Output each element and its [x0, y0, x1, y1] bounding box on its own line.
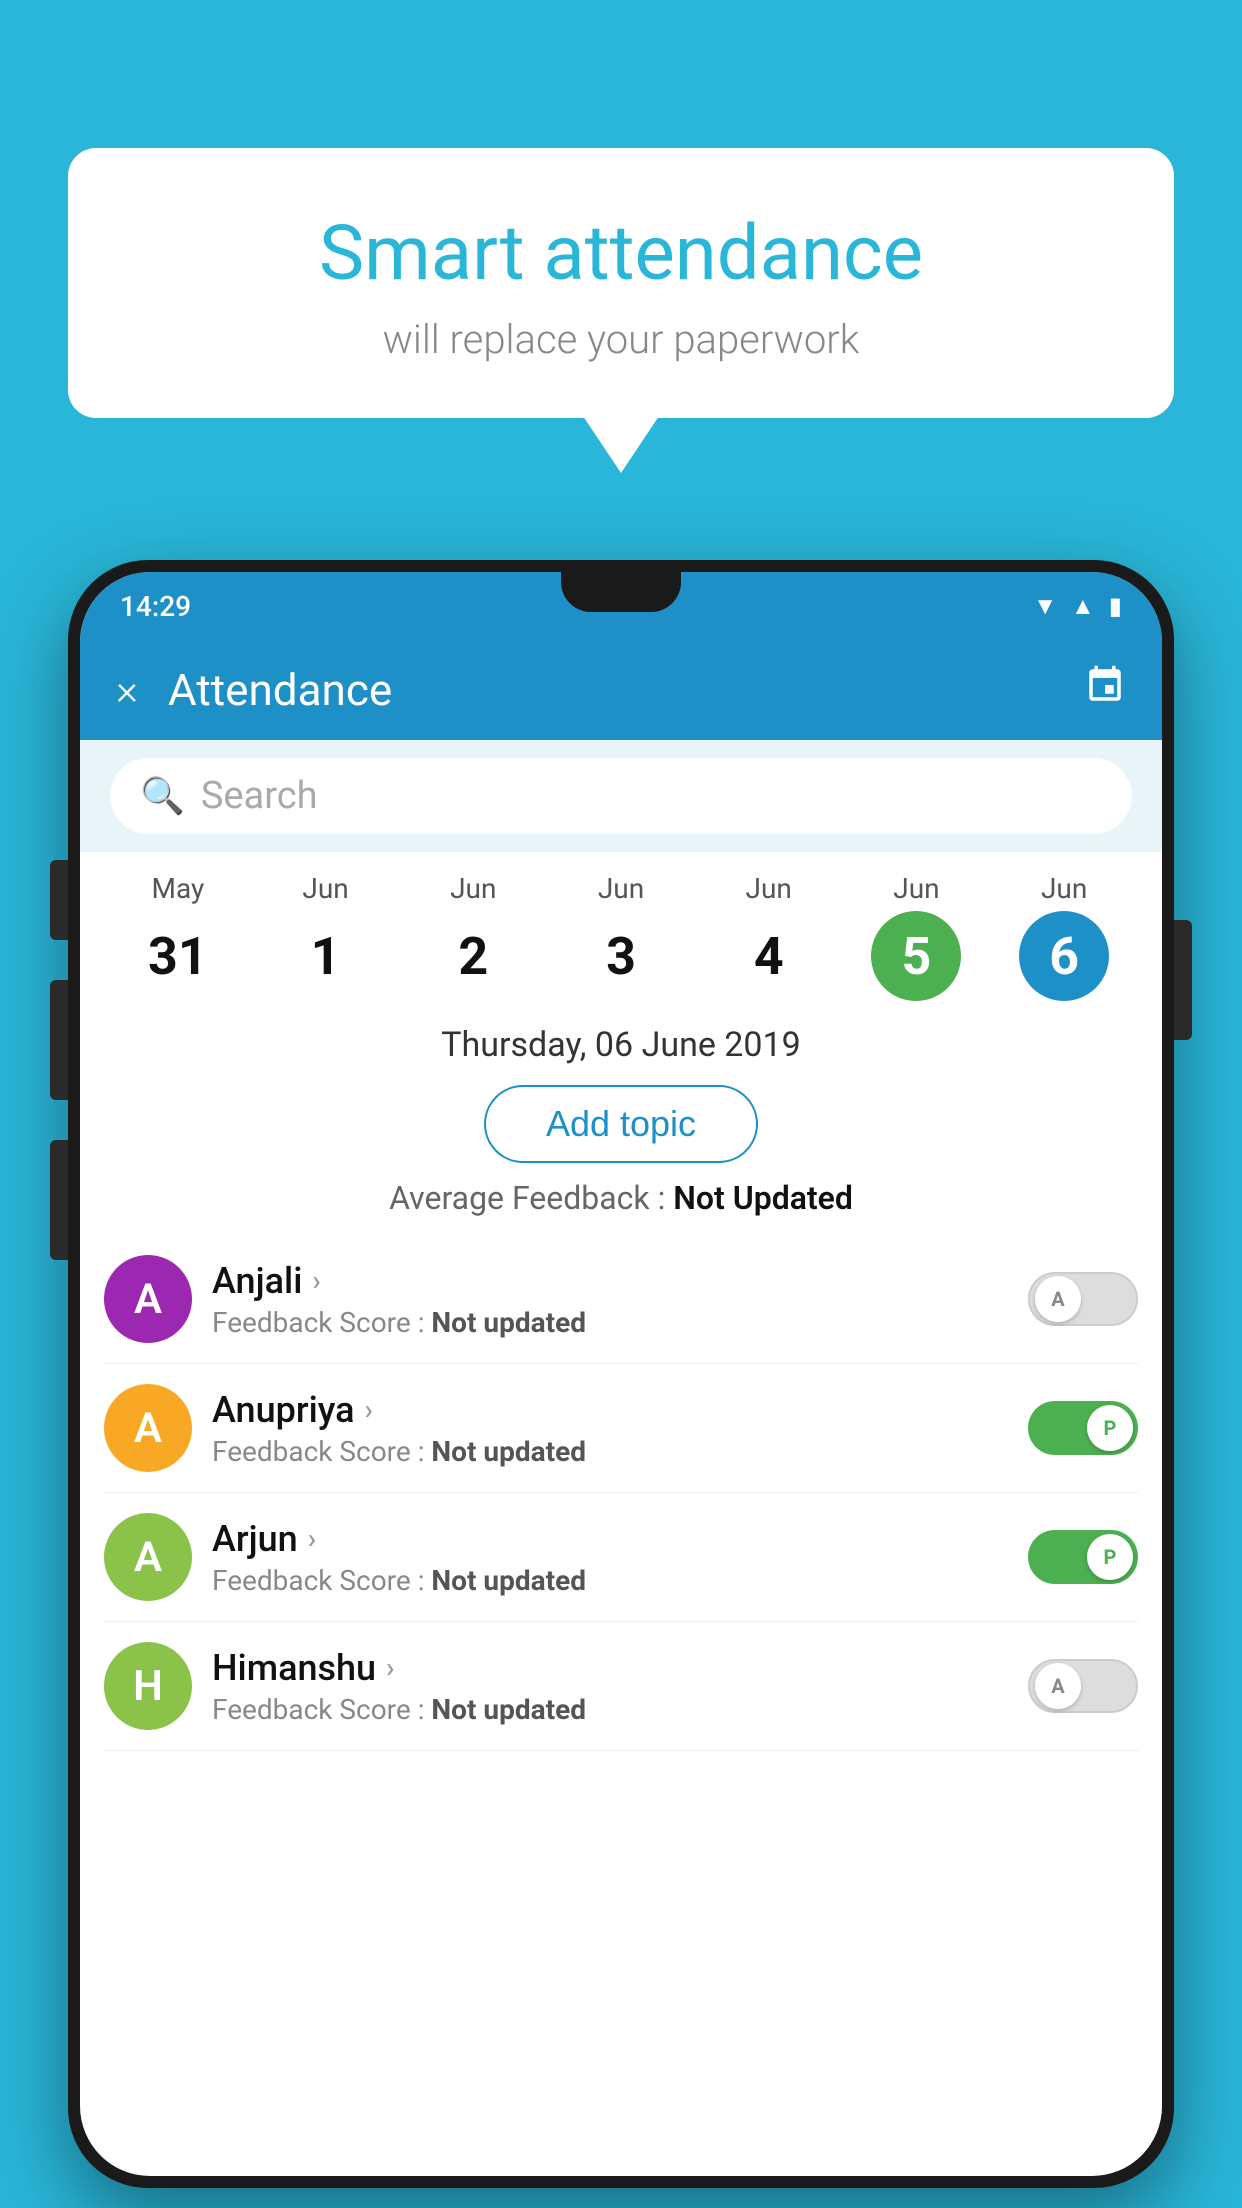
date-strip: May 31 Jun 1 Jun 2 Jun 3 Jun 4 Jun 5 Jun 6 [80, 852, 1162, 1011]
speech-bubble-subtitle: will replace your paperwork [118, 316, 1124, 363]
signal-icon: ▲ [1071, 592, 1095, 621]
student-info: Anupriya › Feedback Score : Not updated [212, 1389, 1008, 1468]
attendance-toggle[interactable]: P [1028, 1530, 1138, 1584]
date-number[interactable]: 3 [576, 911, 666, 1001]
add-topic-wrapper: Add topic [80, 1075, 1162, 1179]
date-number[interactable]: 5 [871, 911, 961, 1001]
chevron-right-icon: › [308, 1522, 316, 1555]
app-bar: × Attendance [80, 640, 1162, 740]
toggle-knob: P [1087, 1405, 1133, 1451]
chevron-right-icon: › [386, 1651, 394, 1684]
camera-notch [561, 572, 681, 612]
date-month: Jun [1041, 872, 1087, 905]
silent-button [50, 1140, 68, 1260]
speech-bubble-title: Smart attendance [118, 208, 1124, 298]
chevron-right-icon: › [365, 1393, 373, 1426]
date-month: May [152, 872, 205, 905]
date-month: Jun [746, 872, 792, 905]
toggle-knob: A [1035, 1663, 1081, 1709]
date-month: Jun [598, 872, 644, 905]
date-cell-6[interactable]: Jun 6 [990, 872, 1138, 1001]
student-row[interactable]: A Anjali › Feedback Score : Not updated A [104, 1235, 1138, 1364]
attendance-toggle[interactable]: P [1028, 1401, 1138, 1455]
date-cell-1[interactable]: Jun 1 [252, 872, 400, 1001]
feedback-value: Not updated [431, 1564, 586, 1597]
feedback-value: Not updated [431, 1306, 586, 1339]
feedback-value: Not updated [431, 1693, 586, 1726]
student-name: Anjali › [212, 1260, 1008, 1302]
student-row[interactable]: A Arjun › Feedback Score : Not updated P [104, 1493, 1138, 1622]
student-info: Arjun › Feedback Score : Not updated [212, 1518, 1008, 1597]
toggle-wrapper[interactable]: A [1028, 1659, 1138, 1713]
search-input[interactable]: Search [201, 774, 318, 818]
toggle-wrapper[interactable]: P [1028, 1401, 1138, 1455]
student-name-text: Anjali [212, 1260, 302, 1302]
student-name-text: Arjun [212, 1518, 298, 1560]
student-name: Himanshu › [212, 1647, 1008, 1689]
date-number[interactable]: 4 [724, 911, 814, 1001]
student-avatar: A [104, 1384, 192, 1472]
date-cell-4[interactable]: Jun 4 [695, 872, 843, 1001]
student-name-text: Himanshu [212, 1647, 376, 1689]
date-month: Jun [302, 872, 348, 905]
date-number[interactable]: 2 [428, 911, 518, 1001]
student-name-text: Anupriya [212, 1389, 355, 1431]
student-avatar: A [104, 1255, 192, 1343]
date-month: Jun [450, 872, 496, 905]
volume-up-button [50, 860, 68, 940]
toggle-knob: A [1035, 1276, 1081, 1322]
date-number[interactable]: 6 [1019, 911, 1109, 1001]
calendar-icon[interactable] [1084, 664, 1126, 716]
speech-bubble: Smart attendance will replace your paper… [68, 148, 1174, 418]
feedback-value: Not updated [431, 1435, 586, 1468]
wifi-icon: ▼ [1033, 592, 1057, 621]
student-name: Arjun › [212, 1518, 1008, 1560]
date-cell-0[interactable]: May 31 [104, 872, 252, 1001]
date-cell-2[interactable]: Jun 2 [399, 872, 547, 1001]
student-feedback-score: Feedback Score : Not updated [212, 1564, 1008, 1597]
student-feedback-score: Feedback Score : Not updated [212, 1306, 1008, 1339]
toggle-knob: P [1087, 1534, 1133, 1580]
add-topic-button[interactable]: Add topic [484, 1085, 758, 1163]
date-cell-3[interactable]: Jun 3 [547, 872, 695, 1001]
status-icons: ▼ ▲ ▮ [1033, 592, 1122, 621]
feedback-avg-value: Not Updated [673, 1179, 853, 1217]
date-number[interactable]: 31 [133, 911, 223, 1001]
student-avatar: H [104, 1642, 192, 1730]
student-name: Anupriya › [212, 1389, 1008, 1431]
date-number[interactable]: 1 [281, 911, 371, 1001]
student-row[interactable]: H Himanshu › Feedback Score : Not updated A [104, 1622, 1138, 1751]
search-icon: 🔍 [140, 775, 185, 817]
toggle-wrapper[interactable]: A [1028, 1272, 1138, 1326]
status-time: 14:29 [120, 590, 191, 623]
search-bar-wrapper: 🔍 Search [80, 740, 1162, 852]
feedback-avg-label: Average Feedback : [389, 1179, 673, 1217]
student-list: AAnjali›Feedback Score : Not updatedAAAn… [80, 1235, 1162, 1751]
search-bar[interactable]: 🔍 Search [110, 758, 1132, 834]
attendance-toggle[interactable]: A [1028, 1272, 1138, 1326]
student-feedback-score: Feedback Score : Not updated [212, 1435, 1008, 1468]
feedback-average: Average Feedback : Not Updated [80, 1179, 1162, 1235]
student-feedback-score: Feedback Score : Not updated [212, 1693, 1008, 1726]
student-row[interactable]: A Anupriya › Feedback Score : Not updated P [104, 1364, 1138, 1493]
close-button[interactable]: × [116, 666, 138, 715]
battery-icon: ▮ [1109, 592, 1122, 620]
student-avatar: A [104, 1513, 192, 1601]
date-month: Jun [893, 872, 939, 905]
status-bar: 14:29 ▼ ▲ ▮ [80, 572, 1162, 640]
power-button [1174, 920, 1192, 1040]
student-info: Anjali › Feedback Score : Not updated [212, 1260, 1008, 1339]
phone-screen: 14:29 ▼ ▲ ▮ × Attendance 🔍 Search [80, 572, 1162, 2176]
phone-frame: 14:29 ▼ ▲ ▮ × Attendance 🔍 Search [68, 560, 1174, 2188]
attendance-toggle[interactable]: A [1028, 1659, 1138, 1713]
date-cell-5[interactable]: Jun 5 [843, 872, 991, 1001]
selected-date-label: Thursday, 06 June 2019 [80, 1011, 1162, 1075]
toggle-wrapper[interactable]: P [1028, 1530, 1138, 1584]
volume-down-button [50, 980, 68, 1100]
chevron-right-icon: › [312, 1264, 320, 1297]
student-info: Himanshu › Feedback Score : Not updated [212, 1647, 1008, 1726]
app-bar-title: Attendance [168, 664, 1054, 716]
